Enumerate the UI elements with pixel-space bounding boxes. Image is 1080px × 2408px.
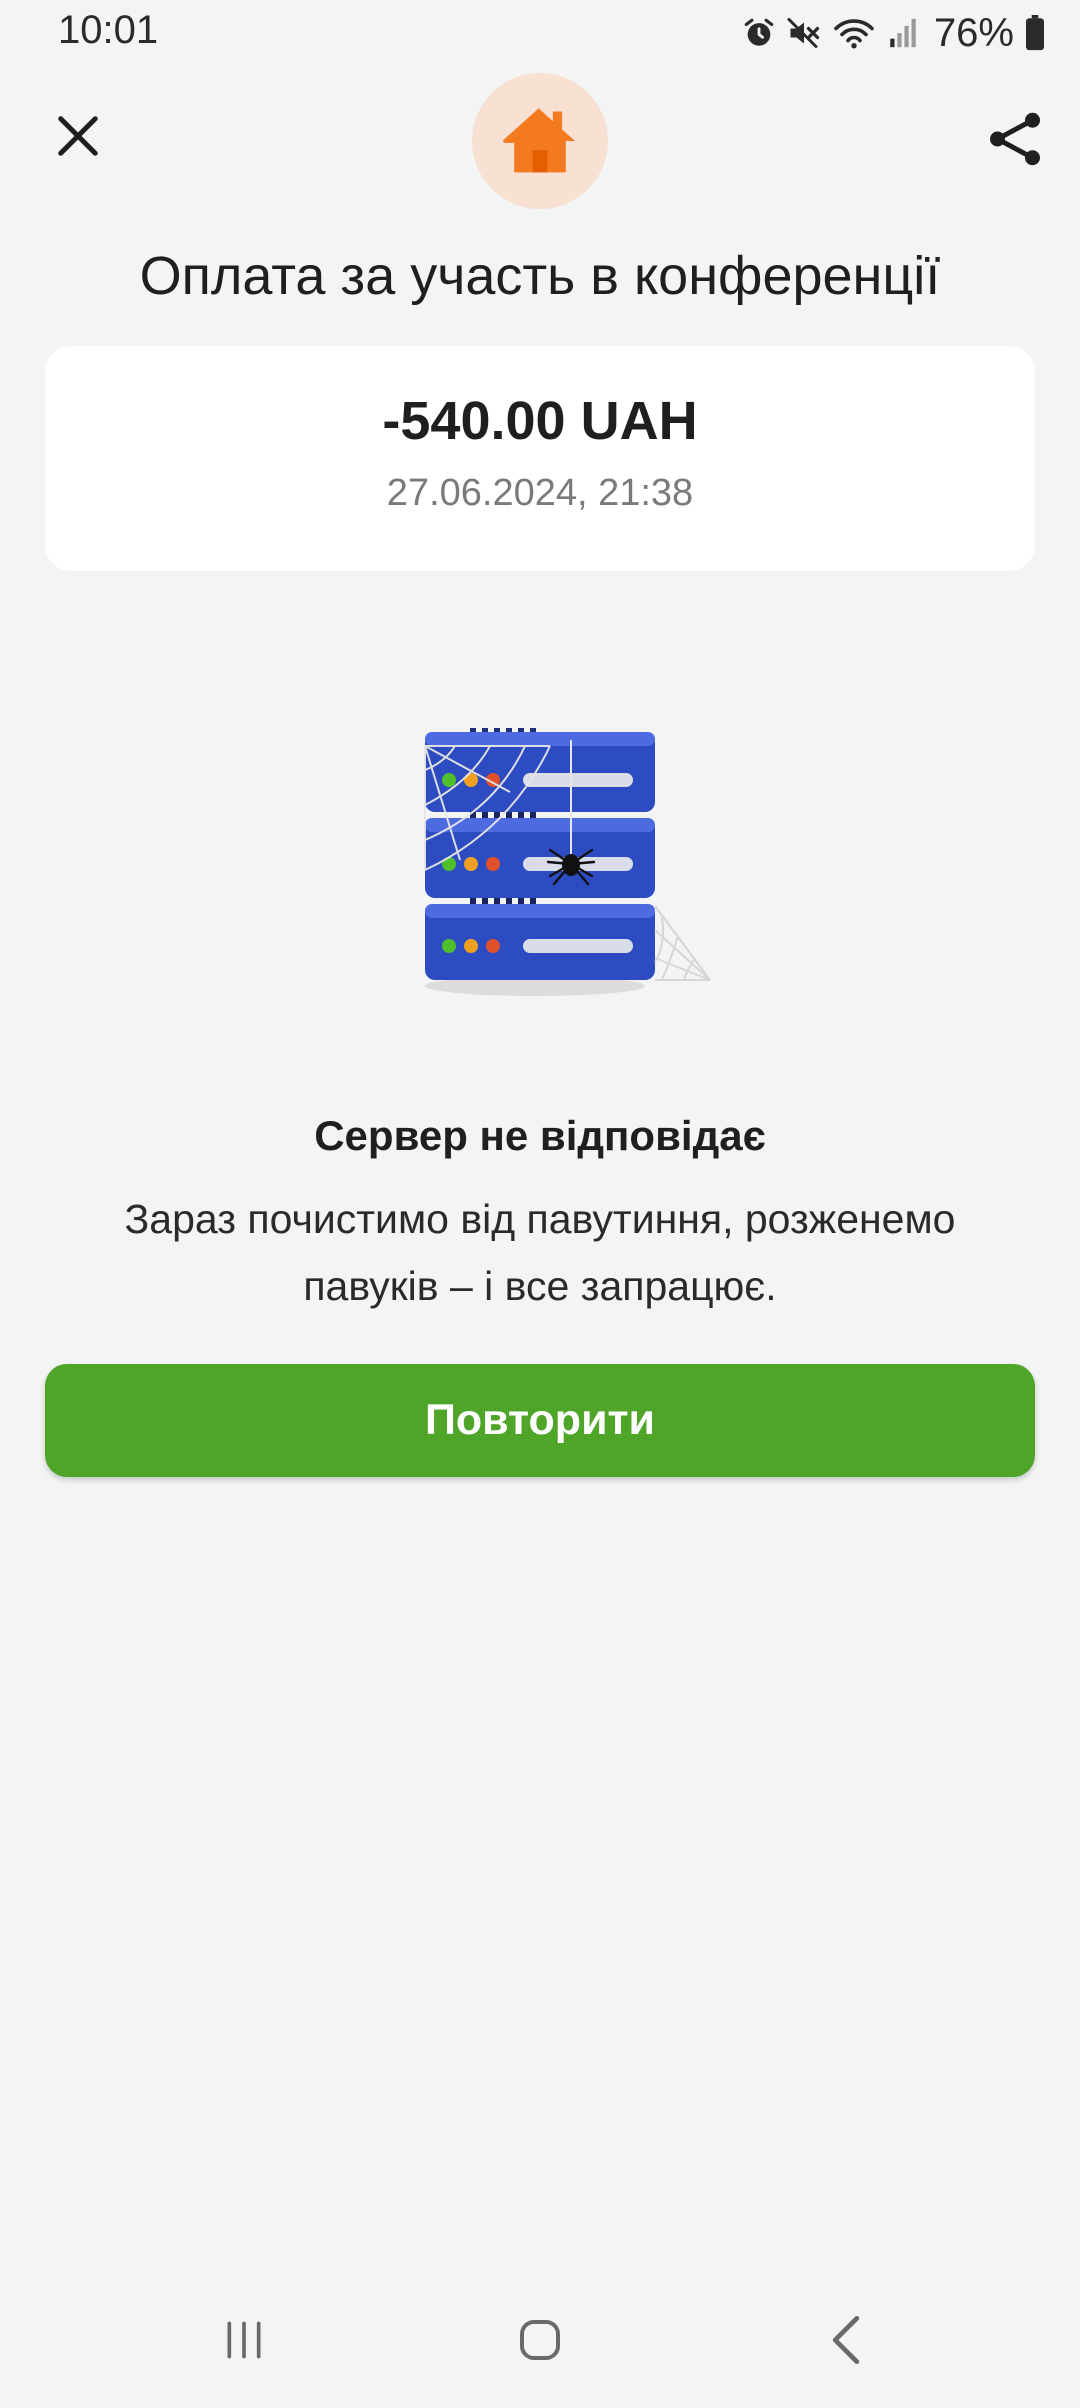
server-with-cobwebs-illustration [424, 728, 711, 996]
wifi-icon [834, 19, 874, 49]
system-nav-bar [0, 2290, 1080, 2390]
home-nav-icon [520, 2320, 560, 2360]
page-title: Оплата за участь в конференції [139, 246, 941, 306]
recent-apps-icon [227, 2321, 261, 2359]
mute-icon [787, 18, 820, 48]
signal-icon [890, 18, 916, 48]
home-nav-button[interactable] [495, 2310, 585, 2370]
error-message: Зараз почистимо від павутиння, розженемо… [124, 1196, 956, 1309]
status-bar: 10:01 76% [0, 0, 1080, 66]
back-icon [832, 2315, 860, 2365]
recent-apps-button[interactable] [199, 2310, 289, 2370]
home-badge [472, 73, 608, 209]
home-icon [503, 108, 575, 173]
battery-percentage: 76% [933, 10, 1014, 55]
transaction-card: -540.00 UAH 27.06.2024, 21:38 [45, 346, 1035, 571]
retry-button[interactable]: Повторити [45, 1364, 1035, 1477]
transaction-amount: -540.00 UAH [382, 391, 698, 451]
back-button[interactable] [801, 2310, 891, 2370]
status-time: 10:01 [58, 8, 159, 52]
status-icons: 76% [742, 10, 1046, 56]
close-icon [58, 116, 98, 156]
battery-icon [1026, 15, 1044, 51]
close-button[interactable] [46, 104, 110, 168]
alarm-icon [744, 18, 774, 46]
share-button[interactable] [980, 104, 1050, 174]
error-title: Сервер не відповідає [314, 1112, 766, 1159]
transaction-datetime: 27.06.2024, 21:38 [386, 472, 694, 514]
share-icon [990, 112, 1040, 166]
